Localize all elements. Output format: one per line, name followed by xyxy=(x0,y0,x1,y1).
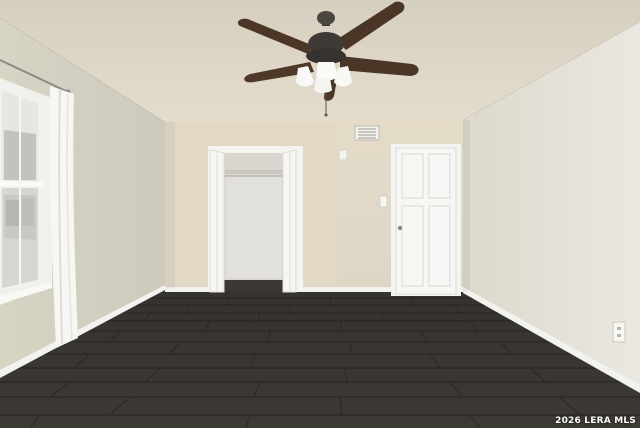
door-knob xyxy=(397,225,403,231)
room-photo: 2026 LERA MLS xyxy=(0,0,640,428)
wall-outlet xyxy=(612,321,626,343)
bedroom-door xyxy=(395,147,457,295)
fan-light-shade-center xyxy=(316,62,338,81)
fan-light-shade-front xyxy=(314,78,332,93)
room-illustration xyxy=(0,0,640,428)
mls-watermark: 2026 LERA MLS xyxy=(555,416,636,426)
closet-back-wall xyxy=(226,176,282,278)
thermostat xyxy=(338,149,348,161)
light-switch xyxy=(379,195,388,208)
closet-shelf xyxy=(223,170,283,174)
